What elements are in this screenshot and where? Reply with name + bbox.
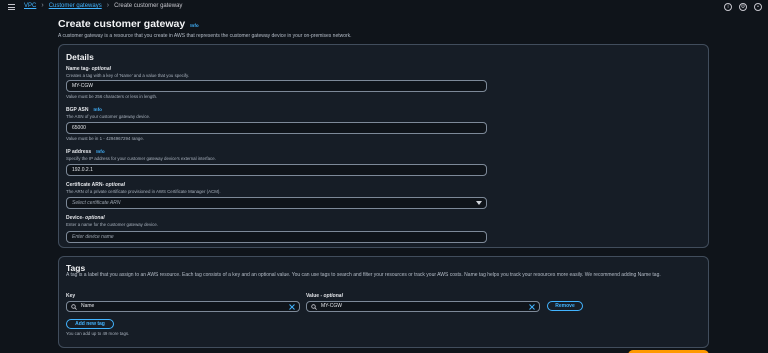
tag-value-optional: - optional xyxy=(319,293,343,299)
name-tag-optional: - optional xyxy=(88,66,112,72)
menu-icon[interactable] xyxy=(8,4,15,11)
bgp-asn-label: BGP ASN Info xyxy=(66,107,102,113)
ip-address-label-text: IP address xyxy=(66,149,92,155)
page-info-link[interactable]: Info xyxy=(190,23,198,28)
details-title: Details xyxy=(66,52,94,62)
search-icon xyxy=(311,304,317,310)
certificate-arn-description: The ARN of a private certificate provisi… xyxy=(66,189,221,194)
search-icon xyxy=(71,304,77,310)
certificate-arn-label-text: Certificate ARN xyxy=(66,182,103,188)
certificate-arn-optional: - optional xyxy=(102,182,126,188)
notification-icon[interactable]: • xyxy=(754,3,762,11)
details-panel: Details Name tag - optional Creates a ta… xyxy=(58,44,709,248)
bgp-asn-label-text: BGP ASN xyxy=(66,107,89,113)
page-title: Create customer gateway Info xyxy=(58,18,199,30)
chevron-right-icon: › xyxy=(106,2,110,9)
name-tag-hint: Value must be 256 characters or less in … xyxy=(66,94,158,99)
name-tag-label: Name tag - optional xyxy=(66,66,111,72)
device-label: Device - optional xyxy=(66,215,105,221)
chevron-right-icon: › xyxy=(41,2,44,9)
certificate-arn-label: Certificate ARN - optional xyxy=(66,182,125,188)
clear-x-icon[interactable] xyxy=(529,303,535,310)
page-title-text: Create customer gateway xyxy=(58,18,186,30)
tag-value-label-text: Value xyxy=(306,293,320,299)
device-label-text: Device xyxy=(66,215,83,221)
breadcrumb-vpc[interactable]: VPC xyxy=(24,3,36,9)
device-input[interactable]: Enter device name xyxy=(66,231,487,243)
certificate-arn-placeholder: Select certificate ARN xyxy=(72,200,121,206)
tags-hint: You can add up to 49 more tags. xyxy=(66,331,130,336)
tag-value-value: MY-CGW xyxy=(321,303,342,309)
name-tag-label-text: Name tag xyxy=(66,66,89,72)
info-circle-icon[interactable]: i xyxy=(724,3,732,11)
add-new-tag-button[interactable]: Add new tag xyxy=(66,319,114,329)
breadcrumb-customer-gateways[interactable]: Customer gateways xyxy=(49,3,102,9)
top-right-icons: i ⚙ • xyxy=(724,3,762,11)
tag-value-label: Value - optional xyxy=(306,293,343,299)
remove-tag-button[interactable]: Remove xyxy=(547,301,583,311)
tag-key-value: Name xyxy=(81,303,95,309)
ip-address-input[interactable]: 192.0.2.1 xyxy=(66,164,487,176)
tag-value-input[interactable]: MY-CGW xyxy=(306,301,540,312)
ip-address-description: Specify the IP address for your customer… xyxy=(66,156,216,161)
caret-down-icon xyxy=(476,201,482,205)
bgp-asn-info-link[interactable]: Info xyxy=(94,107,102,112)
top-navigation-bar: VPC › Customer gateways › Create custome… xyxy=(0,0,768,14)
ip-address-info-link[interactable]: Info xyxy=(96,149,104,154)
tag-key-label: Key xyxy=(66,293,76,299)
settings-gear-icon[interactable]: ⚙ xyxy=(739,3,747,11)
certificate-arn-select[interactable]: Select certificate ARN xyxy=(66,197,487,209)
bgp-asn-input[interactable]: 65000 xyxy=(66,122,487,134)
bgp-asn-hint: Value must be in 1 - 4294967294 range. xyxy=(66,136,145,141)
tags-panel: Tags A tag is a label that you assign to… xyxy=(58,256,709,348)
name-tag-description: Creates a tag with a key of 'Name' and a… xyxy=(66,73,190,78)
page-description: A customer gateway is a resource that yo… xyxy=(58,33,352,39)
tags-description: A tag is a label that you assign to an A… xyxy=(66,272,661,278)
breadcrumb: VPC › Customer gateways › Create custome… xyxy=(24,2,183,9)
ip-address-label: IP address Info xyxy=(66,149,105,155)
tag-key-input[interactable]: Name xyxy=(66,301,300,312)
clear-x-icon[interactable] xyxy=(289,303,295,310)
device-description: Enter a name for the customer gateway de… xyxy=(66,222,159,227)
breadcrumb-current: Create customer gateway xyxy=(114,3,183,9)
name-tag-input[interactable]: MY-CGW xyxy=(66,80,487,92)
bgp-asn-description: The ASN of your customer gateway device. xyxy=(66,114,151,119)
device-optional: - optional xyxy=(82,215,105,221)
